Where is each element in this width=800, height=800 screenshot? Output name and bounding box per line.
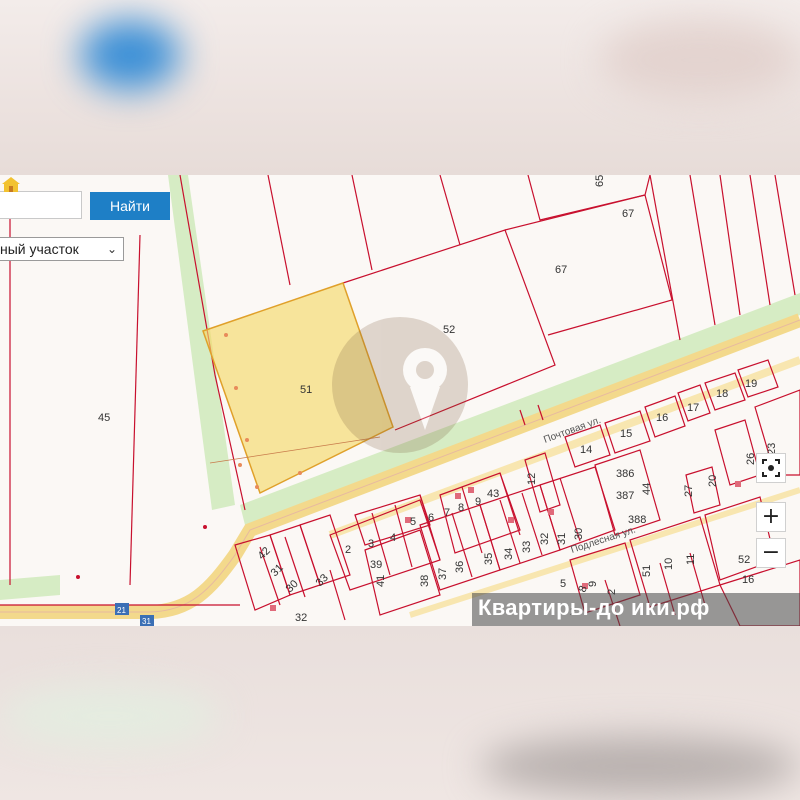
parcel-number-label: 34: [503, 548, 515, 560]
parcel-number-label: 10: [663, 558, 675, 570]
watermark-text: Квартиры-до ики.рф: [478, 595, 710, 620]
parcel-number-label: 6: [428, 512, 434, 524]
parcel-number-label: 51: [300, 384, 312, 396]
parcel-number-label: 3: [368, 538, 374, 550]
parcel-number-label: 51: [641, 565, 653, 577]
blurred-background-bottom: [0, 626, 800, 800]
parcel-number-label: 38: [419, 575, 431, 587]
chevron-down-icon: ⌄: [106, 242, 117, 256]
parcel-number-label: 5: [410, 516, 416, 528]
parcel-number-label: 31: [556, 533, 568, 545]
blurred-shape: [600, 20, 800, 100]
parcel-number-label: 67: [622, 208, 634, 220]
parcel-number-label: 16: [742, 574, 754, 586]
parcel-number-label: 67: [555, 264, 567, 276]
parcel-number-label: 41: [375, 575, 387, 587]
parcel-number-label: 43: [487, 488, 499, 500]
parcel-number-label: 9: [475, 496, 481, 508]
parcel-number-label: 32: [295, 612, 307, 624]
parcel-number-label: 65: [594, 175, 606, 187]
parcel-number-label: 52: [443, 324, 455, 336]
parcel-number-label: 16: [656, 412, 668, 424]
parcel-number-label: 9: [587, 581, 599, 587]
parcel-number-label: 44: [641, 483, 653, 495]
route-shield: 21: [115, 603, 129, 615]
parcel-number-label: 14: [580, 444, 592, 456]
blurred-button: [80, 20, 180, 90]
parcel-number-label: 7: [444, 507, 450, 519]
parcel-number-label: 37: [437, 568, 449, 580]
parcel-number-label: 31: [269, 562, 286, 579]
route-shield: 31: [140, 615, 154, 626]
locate-button[interactable]: [756, 453, 786, 483]
location-pin-watermark: [332, 317, 468, 453]
cadastral-map[interactable]: 21 31 Почтовая ул. Подлесная ул. 45 51 52 6…: [0, 175, 800, 626]
parcel-number-label: 17: [687, 402, 699, 414]
blurred-shape: [0, 686, 220, 746]
parcel-number-label: 11: [685, 554, 697, 565]
parcel-number-label: 4: [390, 532, 396, 544]
select-value: ный участок: [0, 241, 79, 257]
parcel-number-label: 33: [521, 541, 533, 553]
target-icon: [762, 459, 780, 477]
parcel-number-label: 52: [738, 554, 750, 566]
parcel-number-label: 18: [716, 388, 728, 400]
parcel-number-label: 12: [526, 473, 538, 485]
parcel-number-label: 39: [370, 559, 382, 571]
parcel-number-label: 2: [345, 544, 351, 556]
svg-text:21: 21: [117, 606, 126, 615]
zoom-in-button[interactable]: +: [756, 502, 786, 532]
zoom-out-button[interactable]: −: [756, 538, 786, 568]
svg-text:31: 31: [142, 617, 151, 626]
parcel-number-label: 45: [98, 412, 110, 424]
find-button[interactable]: Найти: [90, 192, 170, 220]
blurred-watermark: [480, 736, 800, 796]
blurred-background-top: [0, 0, 800, 175]
object-type-select[interactable]: ный участок ⌄: [0, 237, 124, 261]
parcel-number-label: 20: [707, 475, 719, 487]
parcel-number-label: 8: [458, 502, 464, 514]
parcel-number-label: 30: [573, 528, 585, 540]
parcel-number-label: 27: [683, 485, 695, 497]
parcel-number-label: 5: [560, 578, 566, 590]
parcel-number-label: 35: [483, 553, 495, 565]
parcel-number-label: 387: [616, 490, 634, 502]
parcel-number-label: 32: [539, 533, 551, 545]
parcel-number-label: 386: [616, 468, 634, 480]
parcel-number-label: 42: [256, 545, 273, 562]
parcel-number-label: 36: [454, 561, 466, 573]
search-input[interactable]: [0, 191, 82, 219]
green-strip: [0, 575, 60, 600]
house-icon: [2, 177, 20, 192]
parcel-number-label: 19: [745, 378, 757, 390]
parcel-number-label: 15: [620, 428, 632, 440]
parcel-number-label: 388: [628, 514, 646, 526]
